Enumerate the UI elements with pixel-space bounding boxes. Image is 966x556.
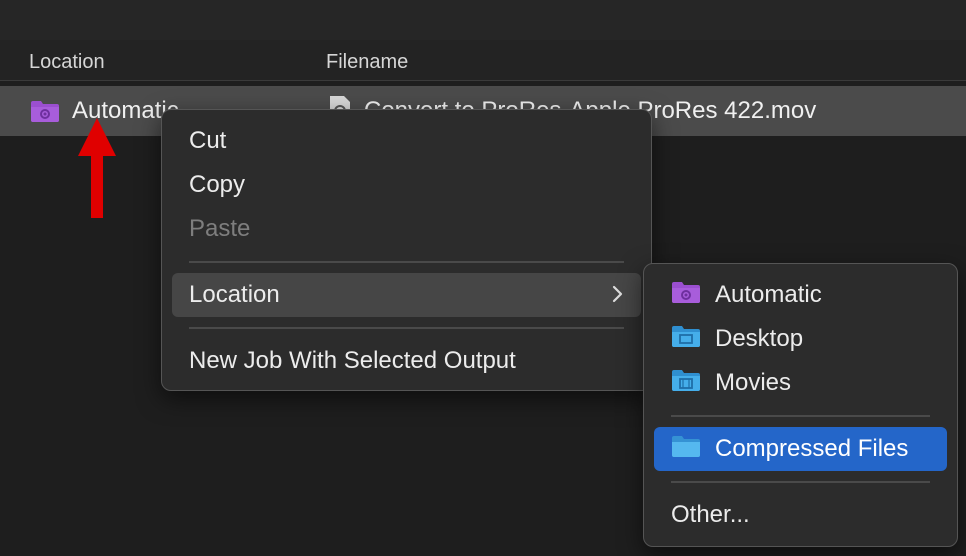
menu-item-label: Cut	[189, 127, 227, 154]
submenu-item-automatic[interactable]: Automatic	[654, 273, 947, 317]
menu-item-label: Location	[189, 281, 280, 308]
submenu-item-label: Other...	[671, 501, 750, 528]
submenu-item-movies[interactable]: Movies	[654, 361, 947, 405]
submenu-item-label: Desktop	[715, 325, 804, 352]
submenu-item-desktop[interactable]: Desktop	[654, 317, 947, 361]
desktop-folder-icon	[671, 324, 701, 355]
column-header-location[interactable]: Location	[29, 51, 105, 74]
menu-separator	[671, 415, 930, 417]
purple-gear-folder-icon	[30, 99, 60, 123]
window-titlebar	[0, 0, 966, 41]
menu-separator	[671, 481, 930, 483]
menu-item-location[interactable]: Location	[172, 273, 641, 317]
blue-folder-icon	[671, 434, 701, 465]
chevron-right-icon	[611, 282, 625, 313]
menu-separator	[189, 327, 624, 329]
menu-item-label: Copy	[189, 171, 246, 198]
menu-separator	[189, 261, 624, 263]
movies-folder-icon	[671, 368, 701, 399]
menu-item-paste: Paste	[172, 207, 641, 251]
context-menu: Cut Copy Paste Location New Job With Sel…	[161, 109, 652, 391]
menu-item-cut[interactable]: Cut	[172, 119, 641, 163]
submenu-item-label: Compressed Files	[715, 435, 909, 462]
annotation-arrow-icon	[78, 118, 116, 218]
menu-item-copy[interactable]: Copy	[172, 163, 641, 207]
column-header-filename[interactable]: Filename	[326, 51, 408, 74]
purple-gear-folder-icon	[671, 280, 701, 311]
menu-item-new-job-with-selected-output[interactable]: New Job With Selected Output	[172, 339, 641, 383]
location-submenu: Automatic Desktop Movies Compressed File…	[643, 263, 958, 547]
submenu-item-other[interactable]: Other...	[654, 493, 947, 537]
submenu-item-label: Automatic	[715, 281, 822, 308]
menu-item-label: New Job With Selected Output	[189, 347, 516, 374]
menu-item-label: Paste	[189, 215, 251, 242]
submenu-item-compressed-files[interactable]: Compressed Files	[654, 427, 947, 471]
table-header: Location Filename	[0, 40, 966, 81]
submenu-item-label: Movies	[715, 369, 792, 396]
